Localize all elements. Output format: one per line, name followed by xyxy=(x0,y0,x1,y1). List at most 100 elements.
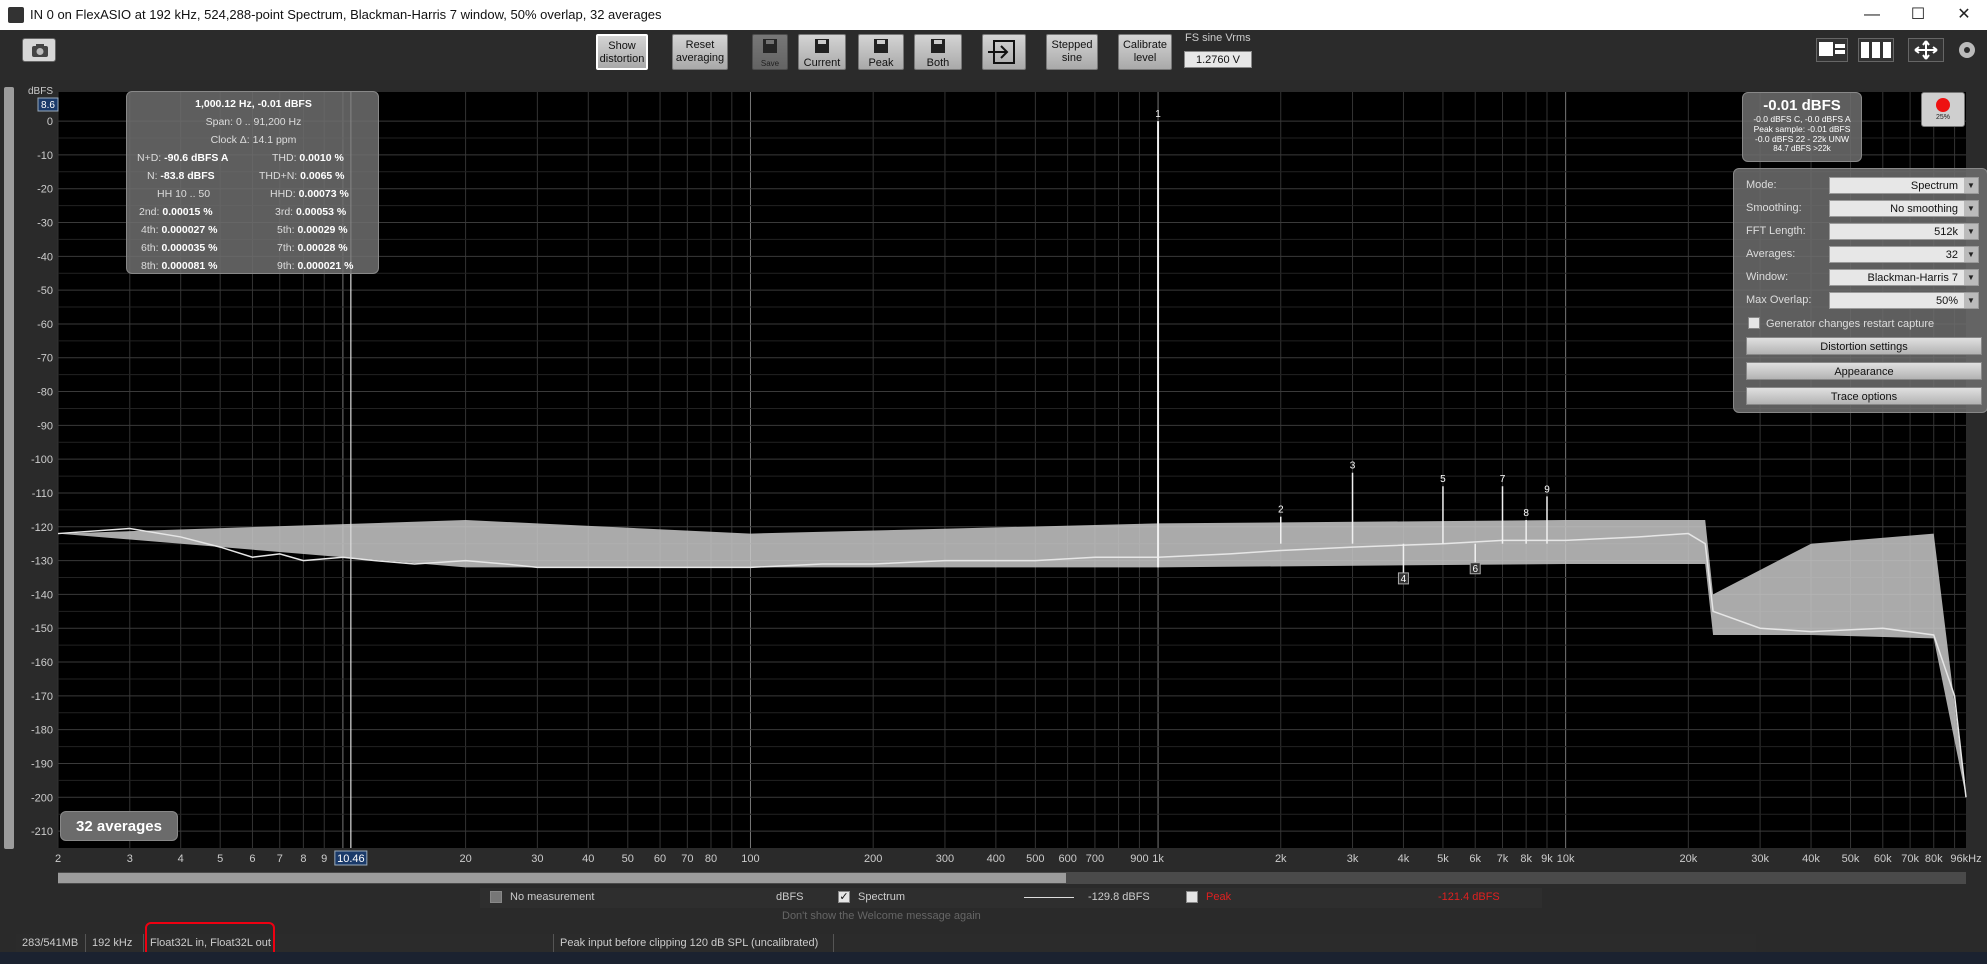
spectrum-checkbox[interactable]: ✓ xyxy=(838,891,850,903)
distortion-settings-button[interactable]: Distortion settings xyxy=(1746,337,1982,355)
fs-sine-vrms-input[interactable]: 1.2760 V xyxy=(1184,51,1252,68)
window-chevron-down-icon: ▼ xyxy=(1964,270,1978,285)
reset-averaging-button[interactable]: Reset averaging xyxy=(672,34,728,70)
stats-h5: 5th: 0.00029 % xyxy=(277,224,348,236)
overlap-value: 50% xyxy=(1935,295,1958,307)
x-tick-label: 20k xyxy=(1679,853,1697,865)
smoothing-label: Smoothing: xyxy=(1746,202,1802,214)
y-tick-label: -100 xyxy=(31,454,53,466)
spectrum-value: -129.8 dBFS xyxy=(1088,891,1150,903)
overlap-label: Max Overlap: xyxy=(1746,294,1812,306)
highlight-annotation xyxy=(145,922,275,952)
y-tick-label: -110 xyxy=(32,488,53,500)
y-unit-label: dBFS xyxy=(28,86,53,97)
stepped-sine-button[interactable]: Stepped sine xyxy=(1046,34,1098,70)
x-tick-label: 96kHz xyxy=(1950,853,1981,865)
x-tick-label: 40k xyxy=(1802,853,1820,865)
x-tick-label: 400 xyxy=(987,853,1005,865)
level-line-2: Peak sample: -0.01 dBFS xyxy=(1753,124,1851,134)
expand-arrows-icon[interactable] xyxy=(1908,38,1944,62)
window-select[interactable]: Blackman-Harris 7 ▼ xyxy=(1829,269,1979,286)
peak-label: Peak xyxy=(868,57,894,69)
stats-span: Span: 0 .. 91,200 Hz xyxy=(205,116,302,128)
save-disk-icon xyxy=(763,39,777,53)
screenshot-camera-icon[interactable] xyxy=(22,38,56,62)
save-button[interactable]: Save xyxy=(752,34,788,70)
x-tick-label: 7k xyxy=(1497,853,1509,865)
smoothing-row: Smoothing: No smoothing ▼ xyxy=(1746,200,1979,217)
status-bar: 283/541MB 192 kHz Float32L in, Float32L … xyxy=(16,934,1756,952)
level-line-3: -0.0 dBFS 22 - 22k UNW xyxy=(1754,134,1849,144)
save-current-button[interactable]: Current xyxy=(798,34,846,70)
y-tick-label: -150 xyxy=(31,623,53,635)
harmonic-9-label: 9 xyxy=(1544,484,1550,495)
mode-select[interactable]: Spectrum ▼ xyxy=(1829,177,1979,194)
calibrate-level-button[interactable]: Calibrate level xyxy=(1118,34,1172,70)
fft-length-value: 512k xyxy=(1934,226,1958,238)
show-distortion-button[interactable]: Show distortion xyxy=(596,34,648,70)
harmonic-8-label: 8 xyxy=(1523,508,1529,519)
averages-select[interactable]: 32 ▼ xyxy=(1829,246,1979,263)
overlap-chevron-down-icon: ▼ xyxy=(1964,293,1978,308)
x-tick-label: 4k xyxy=(1398,853,1410,865)
fft-chevron-down-icon: ▼ xyxy=(1964,224,1978,239)
x-tick-label: 8k xyxy=(1520,853,1532,865)
peak-checkbox[interactable] xyxy=(1186,891,1198,903)
multi-graph-icon[interactable] xyxy=(1858,38,1894,62)
appearance-button[interactable]: Appearance xyxy=(1746,362,1982,380)
stats-thd: THD: 0.0010 % xyxy=(272,152,344,164)
trace-options-button[interactable]: Trace options xyxy=(1746,387,1982,405)
generator-restart-checkbox[interactable] xyxy=(1748,317,1760,329)
x-tick-label: 6 xyxy=(249,853,255,865)
mode-value: Spectrum xyxy=(1910,180,1958,192)
stats-h6: 6th: 0.000035 % xyxy=(141,242,218,254)
x-tick-label: 5 xyxy=(217,853,223,865)
y-tick-label: -50 xyxy=(37,285,53,297)
x-scrollbar[interactable] xyxy=(58,872,1966,884)
fft-length-select[interactable]: 512k ▼ xyxy=(1829,223,1979,240)
clip-indicator[interactable]: 25% xyxy=(1921,92,1965,127)
show-distortion-label-1: Show xyxy=(608,40,636,52)
overlap-select[interactable]: 50% ▼ xyxy=(1829,292,1979,309)
single-graph-icon[interactable] xyxy=(1816,38,1848,62)
level-main: -0.01 dBFS xyxy=(1763,97,1841,114)
stats-n: N: -83.8 dBFS xyxy=(147,170,215,182)
save-both-button[interactable]: Both xyxy=(914,34,962,70)
fs-sine-vrms-label: FS sine Vrms xyxy=(1185,32,1251,44)
no-measurement-checkbox[interactable] xyxy=(490,891,502,903)
mode-label: Mode: xyxy=(1746,179,1777,191)
smoothing-select[interactable]: No smoothing ▼ xyxy=(1829,200,1979,217)
x-tick-label: 60k xyxy=(1874,853,1892,865)
stats-hhd: HHD: 0.00073 % xyxy=(270,188,349,200)
stats-h9: 9th: 0.000021 % xyxy=(277,260,354,272)
averages-chevron-down-icon: ▼ xyxy=(1964,247,1978,262)
close-button[interactable]: ✕ xyxy=(1941,0,1987,30)
stats-h8: 8th: 0.000081 % xyxy=(141,260,218,272)
app-icon xyxy=(8,7,24,23)
window-title: IN 0 on FlexASIO at 192 kHz, 524,288-poi… xyxy=(30,7,662,22)
window-value: Blackman-Harris 7 xyxy=(1867,272,1958,284)
show-distortion-label-2: distortion xyxy=(599,53,645,65)
reset-averaging-label-2: averaging xyxy=(675,52,725,64)
harmonic-2-label: 2 xyxy=(1278,505,1284,516)
x-scrollbar-thumb[interactable] xyxy=(58,873,1066,883)
stats-thdn: THD+N: 0.0065 % xyxy=(259,170,345,182)
x-tick-label: 40 xyxy=(582,853,594,865)
x-tick-label: 70 xyxy=(681,853,693,865)
harmonic-6-label: 6 xyxy=(1472,564,1478,575)
x-tick-label: 6k xyxy=(1469,853,1481,865)
settings-gear-icon[interactable] xyxy=(1955,38,1981,62)
fft-length-row: FFT Length: 512k ▼ xyxy=(1746,223,1979,240)
minimize-button[interactable]: — xyxy=(1849,0,1895,30)
maximize-button[interactable]: ☐ xyxy=(1895,0,1941,30)
x-tick-label: 60 xyxy=(654,853,666,865)
save-peak-button[interactable]: Peak xyxy=(858,34,904,70)
averages-row: Averages: 32 ▼ xyxy=(1746,246,1979,263)
x-tick-label: 50 xyxy=(622,853,634,865)
x-tick-label: 200 xyxy=(864,853,882,865)
stats-header: 1,000.12 Hz, -0.01 dBFS xyxy=(195,98,312,110)
level-line-1: -0.0 dBFS C, -0.0 dBFS A xyxy=(1753,114,1851,124)
y-tick-label: -20 xyxy=(37,184,53,196)
export-icon-button[interactable] xyxy=(982,34,1026,70)
calibrate-level-label-2: level xyxy=(1133,52,1157,64)
